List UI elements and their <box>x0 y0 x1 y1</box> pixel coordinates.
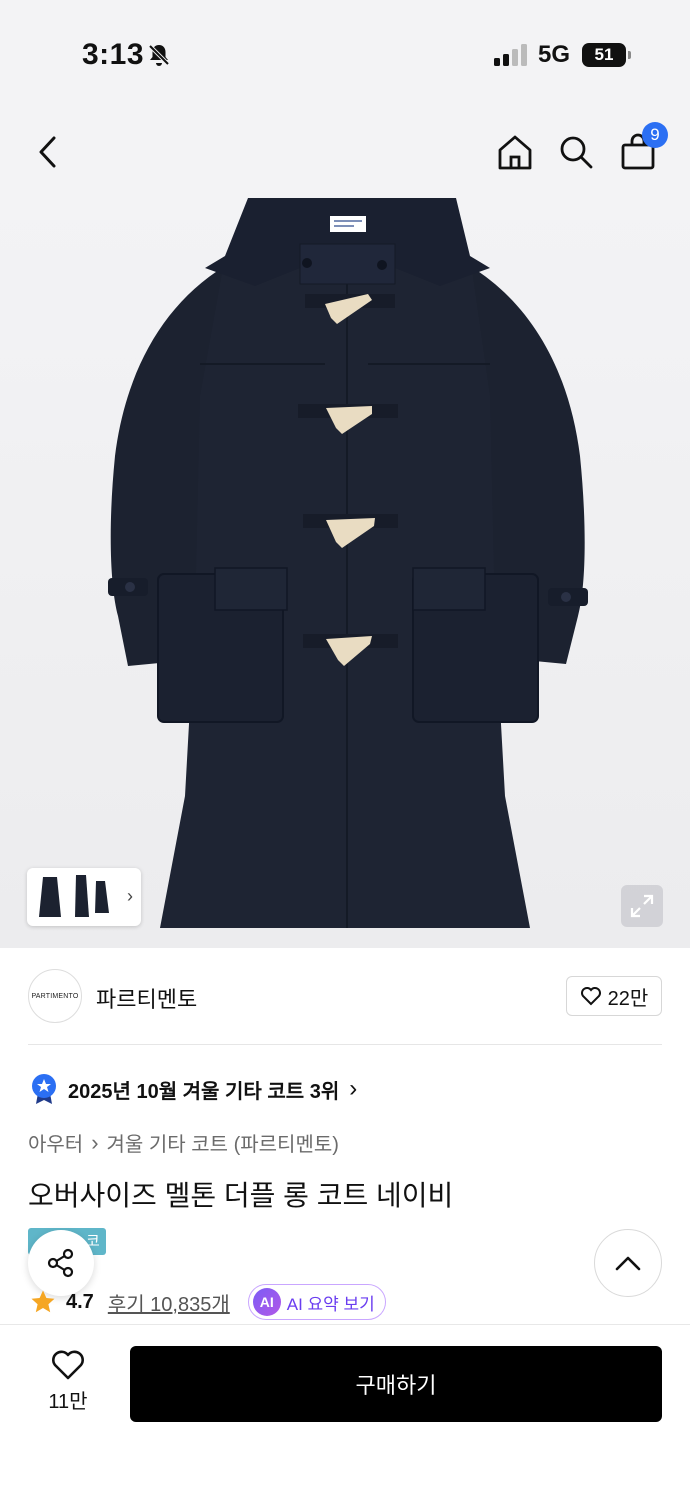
scroll-to-top-button[interactable] <box>594 1229 662 1297</box>
home-icon <box>498 135 532 170</box>
network-type: 5G <box>538 41 571 68</box>
breadcrumb: 아우터 › 겨울 기타 코트 (파르티멘토) <box>28 1128 339 1157</box>
cellular-signal-icon <box>494 44 527 66</box>
ranking-link[interactable]: 2025년 10월 겨울 기타 코트 3위 › <box>30 1072 357 1106</box>
brand-like-count: 22만 <box>607 987 649 1010</box>
fullscreen-button[interactable] <box>621 885 663 927</box>
product-title: 오버사이즈 멜톤 더플 롱 코트 네이비 <box>28 1180 454 1211</box>
product-image[interactable]: › <box>0 196 690 948</box>
divider <box>28 1044 662 1045</box>
bottom-action-bar: 11만 구매하기 <box>0 1324 690 1500</box>
back-button[interactable] <box>24 128 72 176</box>
share-icon <box>47 1248 74 1278</box>
battery-indicator: 51 <box>582 43 631 67</box>
home-button[interactable] <box>491 128 539 176</box>
thumbnail-strip[interactable]: › <box>27 868 141 926</box>
wishlist-button[interactable]: 11만 <box>36 1349 100 1414</box>
heart-icon <box>52 1350 84 1380</box>
ranking-text: 2025년 10월 겨울 기타 코트 3위 <box>68 1080 340 1103</box>
expand-icon <box>630 894 654 918</box>
chevron-right-icon: › <box>127 886 133 906</box>
top-navigation: 9 <box>0 110 690 196</box>
brand-like-button[interactable]: 22만 <box>566 976 662 1016</box>
thumbnail-images <box>39 875 109 917</box>
star-icon <box>31 1290 55 1313</box>
brand-logo[interactable]: PARTIMENTO <box>28 969 82 1023</box>
brand-name[interactable]: 파르티멘토 <box>96 982 197 1014</box>
chevron-up-icon <box>615 1256 641 1271</box>
wishlist-count: 11만 <box>48 1391 88 1413</box>
rating-score: 4.7 <box>66 1290 94 1313</box>
coat-image <box>108 198 588 928</box>
ranking-badge-icon <box>32 1074 56 1104</box>
cart-button[interactable]: 9 <box>614 122 668 176</box>
rating-row: 4.7 후기 10,835개 AI AI 요약 보기 <box>28 1284 386 1320</box>
heart-icon <box>580 987 601 1006</box>
ai-icon: AI <box>252 1288 281 1316</box>
brand-row: PARTIMENTO 파르티멘토 22만 <box>0 948 690 1044</box>
chevron-right-icon: › <box>349 1075 358 1102</box>
search-icon <box>560 136 593 169</box>
search-button[interactable] <box>552 128 600 176</box>
reviews-link[interactable]: 후기 10,835개 <box>108 1288 230 1317</box>
chevron-right-icon: › <box>91 1129 99 1155</box>
breadcrumb-subcategory[interactable]: 겨울 기타 코트 (파르티멘토) <box>107 1128 339 1157</box>
buy-button[interactable]: 구매하기 <box>130 1346 662 1422</box>
bell-muted-icon <box>148 44 170 66</box>
breadcrumb-category[interactable]: 아우터 <box>28 1128 83 1157</box>
status-time: 3:13 <box>82 38 145 71</box>
chevron-left-icon <box>39 136 56 168</box>
ai-summary-label: AI 요약 보기 <box>286 1294 375 1314</box>
cart-count-badge: 9 <box>642 122 668 148</box>
ai-summary-button[interactable]: AI AI 요약 보기 <box>247 1284 386 1320</box>
status-bar: 3:13 5G 51 <box>0 0 690 110</box>
